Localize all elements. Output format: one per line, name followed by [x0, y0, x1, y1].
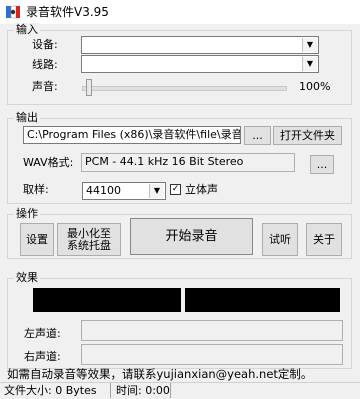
chevron-down-icon[interactable]: ▼ — [149, 184, 164, 198]
stereo-label: 立体声 — [185, 183, 218, 196]
wav-format-label: WAV格式: — [23, 156, 74, 169]
open-folder-button[interactable]: 打开文件夹 — [273, 126, 342, 145]
minimize-line2: 系统托盘 — [67, 238, 111, 252]
app-icon — [6, 5, 20, 19]
chevron-down-icon[interactable]: ▼ — [302, 57, 317, 71]
operation-group-label: 操作 — [14, 207, 40, 221]
right-channel-field — [81, 344, 343, 365]
left-channel-label: 左声道: — [24, 327, 61, 340]
volume-label: 声音: — [32, 80, 58, 93]
status-separator — [110, 383, 111, 398]
output-path-field[interactable]: C:\Program Files (x86)\录音软件\file\录音 — [23, 126, 241, 144]
effect-group-label: 效果 — [14, 271, 40, 285]
right-channel-label: 右声道: — [24, 350, 61, 363]
volume-percent: 100% — [299, 80, 331, 93]
status-time: 时间: 0:00 — [116, 384, 170, 397]
wav-format-field: PCM - 44.1 kHz 16 Bit Stereo — [81, 153, 295, 172]
start-record-button[interactable]: 开始录音 — [130, 218, 253, 255]
output-group-label: 输出 — [14, 111, 40, 125]
input-group-label: 输入 — [14, 23, 40, 37]
about-button[interactable]: 关于 — [306, 223, 342, 256]
minimize-to-tray-button[interactable]: 最小化至 系统托盘 — [57, 223, 121, 256]
volume-slider-track[interactable] — [82, 86, 287, 91]
chevron-down-icon[interactable]: ▼ — [302, 38, 317, 52]
browse-path-button[interactable]: ... — [244, 126, 271, 145]
settings-button[interactable]: 设置 — [20, 223, 54, 256]
left-level-meter — [33, 288, 181, 312]
right-level-meter — [185, 288, 340, 312]
line-label: 线路: — [32, 58, 58, 71]
status-file-size: 文件大小: 0 Bytes — [4, 384, 97, 397]
checkmark-icon: ✓ — [171, 184, 180, 194]
status-separator — [170, 383, 171, 398]
device-label: 设备: — [32, 38, 58, 51]
format-settings-button[interactable]: ... — [310, 155, 334, 174]
volume-slider-thumb[interactable] — [86, 79, 92, 96]
minimize-line1: 最小化至 — [67, 226, 111, 240]
line-select[interactable]: ▼ — [81, 55, 319, 73]
sample-rate-value: 44100 — [86, 184, 121, 197]
window-title: 录音软件V3.95 — [26, 5, 109, 19]
sample-rate-label: 取样: — [23, 183, 49, 196]
sample-rate-select[interactable]: 44100 ▼ — [82, 182, 166, 200]
stereo-checkbox[interactable]: ✓ — [170, 184, 181, 195]
left-channel-field — [81, 320, 343, 341]
custom-notice: 如需自动录音等效果，请联系yujianxian@yeah.net定制。 — [7, 367, 313, 381]
listen-button[interactable]: 试听 — [262, 223, 298, 256]
device-select[interactable]: ▼ — [81, 36, 319, 54]
